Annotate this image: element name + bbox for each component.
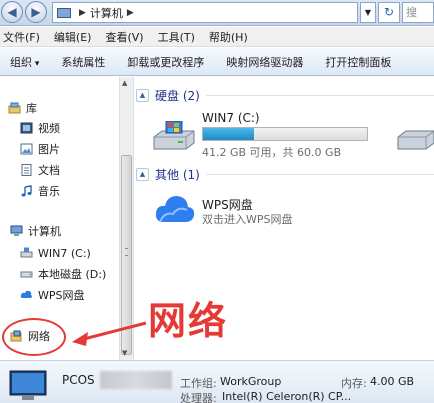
drive-c-title[interactable]: WIN7 (C:) xyxy=(202,111,260,125)
breadcrumb-computer[interactable]: 计算机 xyxy=(90,5,123,21)
computer-name: PCOS xyxy=(62,373,95,387)
scrollbar-thumb[interactable] xyxy=(121,155,132,355)
menu-view[interactable]: 查看(V) xyxy=(105,29,143,45)
processor-label: 处理器: xyxy=(180,392,217,403)
address-bar: ◀ ▶ ▶ 计算机 ▶ ▼ ↻ 搜 xyxy=(0,0,434,26)
scroll-down-icon[interactable]: ▼ xyxy=(122,349,127,357)
forward-button[interactable]: ▶ xyxy=(25,1,47,23)
nav-wps-drive[interactable]: WPS网盘 xyxy=(20,285,85,305)
uninstall-program-button[interactable]: 卸载或更改程序 xyxy=(127,54,204,70)
picture-icon xyxy=(20,143,33,155)
computer-icon xyxy=(57,7,71,18)
refresh-button[interactable]: ↻ xyxy=(378,2,400,23)
computer-icon xyxy=(9,370,47,400)
memory-label: 内存: xyxy=(341,377,367,390)
workgroup-value: WorkGroup xyxy=(220,375,282,388)
menu-help[interactable]: 帮助(H) xyxy=(209,29,248,45)
drive-c-status: 41.2 GB 可用，共 60.0 GB xyxy=(202,146,342,159)
address-history-dropdown[interactable]: ▼ xyxy=(360,2,376,23)
drive-c-usage-bar xyxy=(202,127,368,141)
menu-bar: 文件(F) 编辑(E) 查看(V) 工具(T) 帮助(H) xyxy=(0,27,434,47)
drive-icon xyxy=(20,271,33,278)
other-group-header[interactable]: ▲ 其他 (1) xyxy=(136,164,434,184)
nav-pictures[interactable]: 图片 xyxy=(20,139,60,159)
details-pane: PCOS 工作组: WorkGroup 内存: 4.00 GB 处理器: Int… xyxy=(0,360,434,403)
system-drive-icon[interactable] xyxy=(152,121,196,151)
navigation-pane: 库 视频 图片 文档 音乐 计算机 WIN7 (C:) 本地磁盘 (D:) WP… xyxy=(0,77,120,360)
drive-c-usage-fill xyxy=(203,128,255,140)
hard-disk-group-header[interactable]: ▲ 硬盘 (2) xyxy=(136,85,434,105)
wps-cloud-icon[interactable] xyxy=(154,192,196,224)
back-button[interactable]: ◀ xyxy=(1,1,23,23)
nav-computer[interactable]: 计算机 xyxy=(10,221,61,241)
system-drive-icon xyxy=(20,247,33,258)
command-bar: 组织 系统属性 卸载或更改程序 映射网络驱动器 打开控制面板 xyxy=(0,48,434,76)
library-icon xyxy=(8,102,21,114)
nav-drive-c[interactable]: WIN7 (C:) xyxy=(20,243,91,263)
memory-value: 4.00 GB xyxy=(370,375,415,388)
cloud-icon xyxy=(20,290,32,298)
menu-tools[interactable]: 工具(T) xyxy=(158,29,195,45)
menu-file[interactable]: 文件(F) xyxy=(3,29,40,45)
video-icon xyxy=(20,122,33,134)
organize-button[interactable]: 组织 xyxy=(10,54,39,70)
nav-documents[interactable]: 文档 xyxy=(20,160,60,180)
menu-edit[interactable]: 编辑(E) xyxy=(54,29,92,45)
nav-library[interactable]: 库 xyxy=(8,98,37,118)
collapse-icon[interactable]: ▲ xyxy=(136,88,149,102)
nav-videos[interactable]: 视频 xyxy=(20,118,60,138)
annotation-text: 网络 xyxy=(148,299,229,343)
processor-value: Intel(R) Celeron(R) CP... xyxy=(222,390,352,403)
chevron-right-icon: ▶ xyxy=(79,7,86,18)
system-properties-button[interactable]: 系统属性 xyxy=(61,54,105,70)
workgroup-label: 工作组: xyxy=(180,377,217,390)
drive-icon[interactable] xyxy=(396,125,434,151)
open-control-panel-button[interactable]: 打开控制面板 xyxy=(325,54,391,70)
nav-scrollbar[interactable]: ▲ ▼ xyxy=(119,77,133,360)
annotation-highlight-circle xyxy=(2,318,66,356)
nav-music[interactable]: 音乐 xyxy=(20,181,60,201)
document-icon xyxy=(21,164,32,176)
search-input[interactable]: 搜 xyxy=(402,2,434,23)
nav-drive-d[interactable]: 本地磁盘 (D:) xyxy=(20,264,106,284)
scroll-up-icon[interactable]: ▲ xyxy=(122,79,127,87)
map-network-drive-button[interactable]: 映射网络驱动器 xyxy=(226,54,303,70)
computer-icon xyxy=(10,225,23,236)
wps-drive-desc: 双击进入WPS网盘 xyxy=(202,213,293,226)
chevron-right-icon[interactable]: ▶ xyxy=(127,8,134,18)
address-field[interactable]: ▶ 计算机 ▶ xyxy=(52,2,358,23)
collapse-icon[interactable]: ▲ xyxy=(136,167,149,181)
redacted-name xyxy=(100,371,172,389)
music-note-icon xyxy=(21,185,32,197)
